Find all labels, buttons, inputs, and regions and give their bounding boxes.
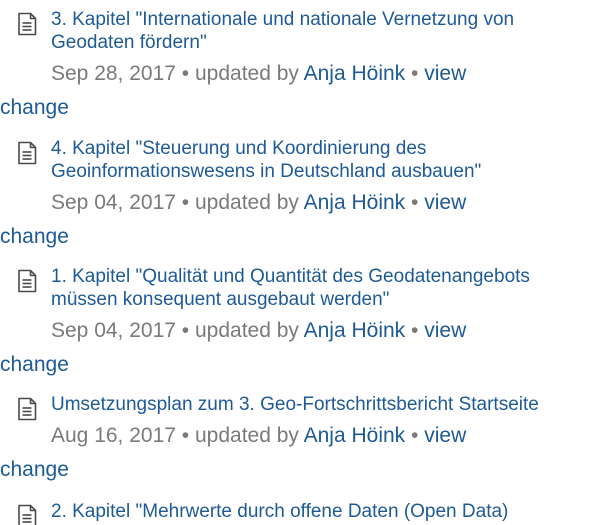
page-title-link[interactable]: Umsetzungsplan zum 3. Geo-Fortschrittsbe… xyxy=(51,393,596,416)
page-title-link[interactable]: 4. Kapitel "Steuerung und Koordinierung … xyxy=(51,137,596,183)
separator: • xyxy=(181,424,190,447)
page-document-icon xyxy=(14,268,40,294)
separator: • xyxy=(411,424,419,447)
separator: • xyxy=(411,191,419,214)
page-document-icon xyxy=(14,396,40,422)
separator: • xyxy=(181,191,190,214)
separator: • xyxy=(411,319,419,342)
author-link[interactable]: Anja Höink xyxy=(304,191,406,214)
change-link[interactable]: change xyxy=(0,453,69,487)
update-date: Sep 04, 2017 xyxy=(51,191,176,214)
title-line-2: Geoinformationswesens in Deutschland aus… xyxy=(51,161,482,182)
title-line-1: 1. Kapitel "Qualität und Quantität des G… xyxy=(51,266,530,287)
change-link[interactable]: change xyxy=(0,220,69,254)
author-link[interactable]: Anja Höink xyxy=(304,62,406,85)
update-meta: Sep 28, 2017 • updated by Anja Höink • v… xyxy=(0,57,596,119)
view-link[interactable]: view xyxy=(424,424,466,447)
change-link[interactable]: change xyxy=(0,91,69,125)
view-link[interactable]: view xyxy=(424,62,466,85)
update-date: Aug 16, 2017 xyxy=(51,424,176,447)
update-date: Sep 28, 2017 xyxy=(51,62,176,85)
title-line-2: müssen konsequent ausgebaut werden" xyxy=(51,289,390,310)
title-line-1: 4. Kapitel "Steuerung und Koordinierung … xyxy=(51,138,427,159)
separator: • xyxy=(411,62,419,85)
recent-updates-list: 3. Kapitel "Internationale und nationale… xyxy=(0,0,603,525)
title-line-1: 3. Kapitel "Internationale und nationale… xyxy=(51,9,515,30)
page-document-icon xyxy=(14,140,40,166)
page-document-icon xyxy=(14,11,40,37)
updated-by-label: updated by xyxy=(195,319,299,342)
author-link[interactable]: Anja Höink xyxy=(304,319,406,342)
title-line-2: Geodaten fördern" xyxy=(51,32,207,53)
page-document-icon xyxy=(14,503,40,525)
page-title-link[interactable]: 1. Kapitel "Qualität und Quantität des G… xyxy=(51,265,596,311)
updated-by-label: updated by xyxy=(195,62,299,85)
separator: • xyxy=(181,62,190,85)
view-link[interactable]: view xyxy=(424,191,466,214)
view-link[interactable]: view xyxy=(424,319,466,342)
page-title-link[interactable]: 3. Kapitel "Internationale und nationale… xyxy=(51,8,596,54)
title-line-1: Umsetzungsplan zum 3. Geo-Fortschrittsbe… xyxy=(51,394,539,415)
update-meta: Sep 04, 2017 • updated by Anja Höink • v… xyxy=(0,186,596,248)
separator: • xyxy=(181,319,190,342)
page-title-link[interactable]: 2. Kapitel "Mehrwerte durch offene Daten… xyxy=(51,500,596,523)
updated-by-label: updated by xyxy=(195,424,299,447)
author-link[interactable]: Anja Höink xyxy=(304,424,406,447)
change-link[interactable]: change xyxy=(0,348,69,382)
updated-by-label: updated by xyxy=(195,191,299,214)
update-date: Sep 04, 2017 xyxy=(51,319,176,342)
update-meta: Aug 16, 2017 • updated by Anja Höink • v… xyxy=(0,419,596,481)
title-line-1: 2. Kapitel "Mehrwerte durch offene Daten… xyxy=(51,501,509,522)
update-meta: Sep 04, 2017 • updated by Anja Höink • v… xyxy=(0,314,596,376)
